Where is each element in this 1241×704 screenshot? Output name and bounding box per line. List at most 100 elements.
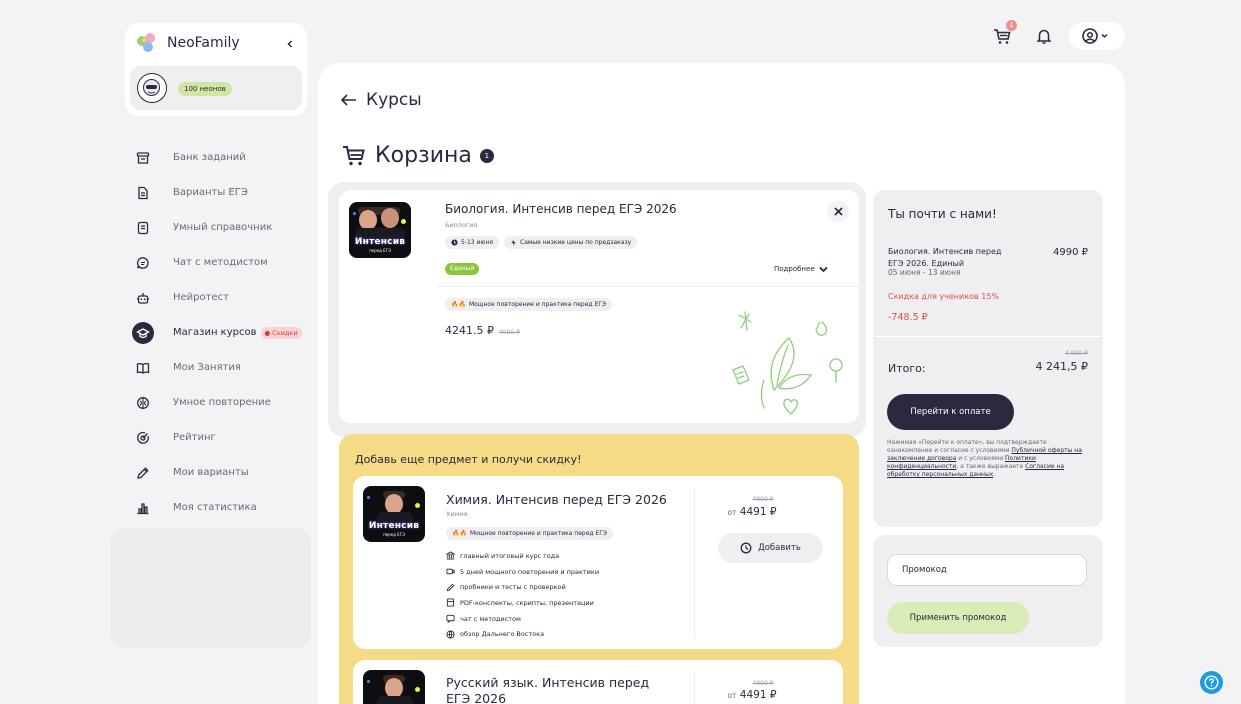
sidebar-item-my-lessons[interactable]: Мои Занятия xyxy=(135,350,310,385)
course-tag: 🔥🔥 Мощное повторение и практика перед ЕГ… xyxy=(445,298,613,311)
video-icon xyxy=(446,568,455,575)
feature-item: пробники и тесты с проверкой xyxy=(446,579,599,595)
cart-add-icon xyxy=(740,542,752,554)
chevron-down-icon xyxy=(818,266,828,272)
sidebar-item-neurotest[interactable]: Нейротест xyxy=(135,280,310,315)
upsell-course-card: Русский язык. Интенсив перед ЕГЭ 2026 49… xyxy=(353,660,843,704)
feature-list: главный итоговый курс года 5 дней мощног… xyxy=(446,548,599,642)
course-subject: Биология xyxy=(445,221,478,229)
course-thumbnail xyxy=(363,670,425,704)
sidebar-item-smart-repeat[interactable]: Умное повторение xyxy=(135,385,310,420)
neons-badge: 100 неонов xyxy=(178,82,232,96)
remove-item-button[interactable] xyxy=(827,200,849,222)
sidebar-header: NeoFamily 100 неонов xyxy=(125,23,307,116)
archive-icon xyxy=(135,150,151,166)
chat-icon xyxy=(135,255,151,271)
legal-text: , а также выражаете xyxy=(956,463,1026,470)
summary-item-name: Биология. Интенсив перед ЕГЭ 2026. Едины… xyxy=(888,247,1002,268)
book-icon xyxy=(135,220,151,236)
sidebar-item-label: Чат с методистом xyxy=(173,257,268,268)
feature-item: 5 дней мощного повторения и практики xyxy=(446,564,599,580)
course-price: от 4491 ₽ xyxy=(707,689,797,701)
summary-dates: 05 июня - 13 июня xyxy=(888,268,961,277)
discount-label: Скидка для учеников 15% xyxy=(888,292,1000,301)
globe-icon xyxy=(446,630,455,639)
course-tag: 🔥🔥 Мощное повторение и практика перед ЕГ… xyxy=(446,527,614,540)
help-button[interactable] xyxy=(1200,671,1223,694)
sidebar-item-chat[interactable]: Чат с методистом xyxy=(135,245,310,280)
sidebar-item-my-variants[interactable]: Мои варианты xyxy=(135,455,310,490)
pencil-icon xyxy=(135,465,151,481)
brand-name: NeoFamily xyxy=(167,35,240,51)
brain-icon xyxy=(135,395,151,411)
feature-item: чат с методистом xyxy=(446,611,599,627)
divider xyxy=(437,286,859,287)
plants-illustration-icon xyxy=(732,311,843,415)
cart-count-badge: 1 xyxy=(1006,20,1017,31)
sidebar-item-label: Мои Занятия xyxy=(173,362,241,373)
bell-icon[interactable] xyxy=(1035,27,1053,45)
sidebar-item-rating[interactable]: Рейтинг xyxy=(135,420,310,455)
legal-text: и с условиями xyxy=(956,455,1006,462)
chevron-left-icon[interactable] xyxy=(283,37,297,51)
brand-logo[interactable]: NeoFamily xyxy=(135,32,240,54)
price-value: 4491 ₽ xyxy=(739,506,777,518)
back-link-label: Курсы xyxy=(366,90,422,110)
order-summary: Ты почти с нами! Биология. Интенсив пере… xyxy=(873,190,1103,527)
sidebar-promo-area xyxy=(110,528,310,648)
avatar xyxy=(137,73,167,103)
feature-text: главный итоговый курс года xyxy=(460,551,560,560)
course-price: от 4491 ₽ xyxy=(707,506,797,518)
page-title-text: Корзина xyxy=(375,143,472,168)
apply-promo-button[interactable]: Применить промокод xyxy=(887,602,1029,634)
bank-icon xyxy=(446,551,455,560)
price-block: 4241.5 ₽ 4990 ₽ xyxy=(445,324,520,337)
upsell-course-card: Интенсив перед ЕГЭ Химия. Интенсив перед… xyxy=(353,476,843,649)
dates-pill-label: 5-13 июня xyxy=(461,239,494,246)
feature-item: главный итоговый курс года xyxy=(446,548,599,564)
sidebar-item-label: Нейротест xyxy=(173,292,229,303)
tariff-badge: Единый xyxy=(445,263,480,275)
fire-icon: 🔥🔥 xyxy=(451,301,466,308)
fire-icon: 🔥🔥 xyxy=(452,530,467,537)
total-value: 4 241,5 ₽ xyxy=(1035,360,1088,373)
sidebar-item-label: Варианты ЕГЭ xyxy=(173,187,248,198)
promo-code-input[interactable]: Промокод xyxy=(887,554,1087,586)
profile-card[interactable]: 100 неонов xyxy=(130,66,302,110)
back-link[interactable]: Курсы xyxy=(340,90,422,110)
thumb-title: Интенсив xyxy=(354,237,406,247)
thumb-subtitle: перед ЕГЭ xyxy=(369,248,391,253)
question-icon xyxy=(1204,675,1219,690)
summary-title: Ты почти с нами! xyxy=(888,207,997,221)
checkout-button[interactable]: Перейти к оплате xyxy=(887,394,1014,430)
feature-text: 5 дней мощного повторения и практики xyxy=(460,567,600,576)
summary-divider xyxy=(873,336,1103,337)
course-title: Биология. Интенсив перед ЕГЭ 2026 xyxy=(445,202,677,216)
sidebar-item-my-stats[interactable]: Моя статистика xyxy=(135,490,310,525)
cart-title-count: 1 xyxy=(479,148,494,163)
old-total: 4 990 ₽ xyxy=(1065,350,1088,357)
thumb-subtitle: перед ЕГЭ xyxy=(383,532,405,537)
bar-chart-icon xyxy=(135,500,151,516)
course-thumbnail: Интенсив перед ЕГЭ xyxy=(363,486,425,542)
sidebar-item-smart-reference[interactable]: Умный справочник xyxy=(135,210,310,245)
course-pills: 5-13 июня Самые низкие цены по предзаказ… xyxy=(445,236,638,249)
promo-section: Промокод Применить промокод xyxy=(873,535,1103,647)
sidebar-item-task-bank[interactable]: Банк заданий xyxy=(135,140,310,175)
course-tag-label: Мощное повторение и практика перед ЕГЭ xyxy=(469,530,608,537)
upsell-title: Добавь еще предмет и получи скидку! xyxy=(355,453,582,466)
course-title: Русский язык. Интенсив перед ЕГЭ 2026 xyxy=(446,675,650,704)
details-toggle[interactable]: Подробнее xyxy=(774,265,828,273)
sidebar-item-course-shop[interactable]: Магазин курсов ● Скидки xyxy=(132,315,310,350)
sidebar-item-label: Мои варианты xyxy=(173,467,249,478)
feature-item: PDF-конспекты, скрипты, презентации xyxy=(446,595,599,611)
user-circle-icon xyxy=(1082,28,1098,44)
legal-note: Нажимая «Перейти к оплате», вы подтвержд… xyxy=(887,439,1092,479)
add-course-button[interactable]: Добавить xyxy=(718,533,823,563)
file-icon xyxy=(446,598,455,607)
user-menu[interactable] xyxy=(1069,22,1125,50)
sidebar-item-ege-variants[interactable]: Варианты ЕГЭ xyxy=(135,175,310,210)
details-label: Подробнее xyxy=(774,265,815,273)
course-title: Химия. Интенсив перед ЕГЭ 2026 xyxy=(446,492,667,507)
discount-value: -748.5 ₽ xyxy=(888,312,928,323)
